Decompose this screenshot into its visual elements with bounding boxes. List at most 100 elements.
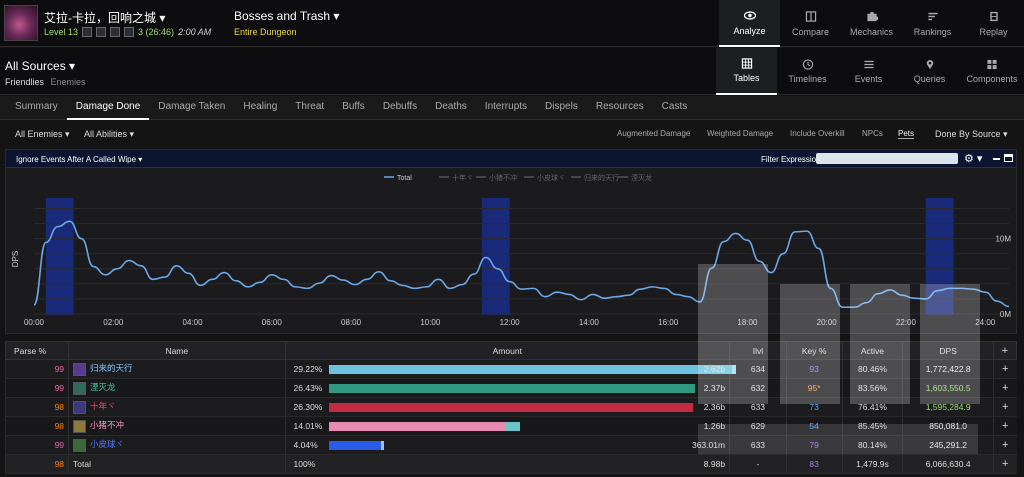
key-cell: 54 (785, 416, 842, 436)
player-name[interactable]: 小猪不冲 (90, 420, 124, 430)
nav-mechanics[interactable]: Mechanics (841, 0, 902, 47)
view-queries[interactable]: Queries (899, 48, 960, 95)
key-level: Level 13 (44, 27, 79, 37)
abilities-dropdown[interactable]: All Abilities ▾ (84, 129, 134, 140)
name-cell[interactable]: 十年ヾ (68, 397, 286, 417)
amount-bar-extra (505, 422, 521, 431)
tab-healing[interactable]: Healing (234, 96, 286, 120)
col-active[interactable]: Active (841, 341, 904, 360)
amount-bar-track (328, 440, 732, 451)
dps-cell: 1,595,284.9 (902, 397, 994, 417)
maximize-icon[interactable] (1004, 154, 1013, 162)
filter-expression-label: Filter Expression: (761, 155, 823, 164)
active-cell: 80.14% (841, 435, 903, 455)
table-row[interactable]: 98 小猪不冲 14.01% 1.26b 629 54 85.45% 850,081.0 + (4, 416, 1017, 436)
tab-debuffs[interactable]: Debuffs (374, 96, 426, 120)
name-cell[interactable]: 归来的天行 (68, 359, 286, 379)
done-by-dropdown[interactable]: Done By Source ▾ (935, 129, 1008, 140)
name-cell[interactable]: 湮灭龙 (68, 378, 286, 398)
dps-line-chart[interactable]: DPS 10M 0M 00:00 02:00 04:00 06:00 08:00 10:00 12… (6, 169, 1016, 333)
player-name[interactable]: 湮灭龙 (90, 382, 116, 392)
fight-subtitle: Entire Dungeon (234, 27, 297, 37)
tab-casts[interactable]: Casts (653, 96, 697, 120)
option-include-overkill[interactable]: Include Overkill (790, 129, 845, 138)
fight-selector[interactable]: Bosses and Trash ▾ (234, 9, 339, 23)
source-selector[interactable]: All Sources ▾ (5, 59, 75, 73)
view-timelines[interactable]: Timelines (777, 48, 838, 95)
filter-expression-input[interactable] (816, 153, 958, 164)
tab-interrupts[interactable]: Interrupts (476, 96, 536, 120)
ilvl-cell: 634 (729, 359, 787, 379)
amount-bar-extra (691, 403, 694, 412)
col-key[interactable]: Key % (785, 341, 843, 360)
table-row[interactable]: 98 十年ヾ 26.30% 2.36b 633 73 76.41% 1,595,284.9 + (4, 397, 1017, 417)
components-icon (987, 59, 997, 70)
amount-bar (328, 365, 732, 374)
option-pets[interactable]: Pets (898, 129, 915, 139)
nav-replay[interactable]: Replay (963, 0, 1024, 47)
total-dps-series (33, 220, 1010, 309)
report-nav: Analyze Compare Mechanics Rankings Repla… (719, 0, 1024, 47)
view-events[interactable]: Events (838, 48, 899, 95)
expand-button[interactable]: + (992, 359, 1017, 379)
expand-button[interactable]: + (992, 435, 1017, 455)
tab-damage-taken[interactable]: Damage Taken (149, 96, 234, 120)
ilvl-cell: 633 (729, 397, 787, 417)
player-name[interactable]: 小皮球ヾ (90, 439, 124, 449)
tab-dispels[interactable]: Dispels (536, 96, 587, 120)
nav-label: Rankings (913, 26, 952, 37)
player-name[interactable]: 十年ヾ (90, 401, 116, 411)
tab-threat[interactable]: Threat (286, 96, 333, 120)
clock-icon (802, 59, 813, 70)
table-row[interactable]: 99 归来的天行 29.22% 2.62b 634 93 80.46% 1,772,422.8… (4, 359, 1017, 379)
add-column-button[interactable]: + (992, 341, 1018, 360)
x-tick-label: 06:00 (262, 318, 283, 327)
tab-damage-done[interactable]: Damage Done (66, 96, 150, 120)
tab-resources[interactable]: Resources (587, 96, 653, 120)
view-label: Timelines (788, 74, 827, 84)
expand-button[interactable]: + (992, 378, 1017, 398)
view-tables[interactable]: Tables (716, 48, 777, 95)
nav-compare[interactable]: Compare (780, 0, 841, 47)
table-header: Parse % Name Amount Ilvl Key % Active DP… (4, 341, 1018, 360)
tab-summary[interactable]: Summary (6, 96, 67, 120)
amount-cell: 29.22% 2.62b (284, 359, 736, 379)
col-amount[interactable]: Amount (284, 341, 731, 360)
expand-button[interactable]: + (992, 397, 1017, 417)
zone-info: Level 13 3 (26:46) 2:00 AM (44, 27, 211, 37)
col-name[interactable]: Name (68, 341, 286, 360)
x-tick-label: 02:00 (103, 318, 124, 327)
col-dps[interactable]: DPS (902, 341, 994, 360)
legend-item: 湮灭龙 (631, 173, 652, 182)
zone-title[interactable]: 艾拉-卡拉，回响之城 ▾ (44, 9, 165, 26)
option-npcs[interactable]: NPCs (862, 129, 883, 138)
tab-deaths[interactable]: Deaths (426, 96, 476, 120)
legend-item: 归来的天行 (584, 173, 619, 182)
friendlies-link[interactable]: Friendlies (5, 77, 44, 87)
enemies-link[interactable]: Enemies (51, 77, 86, 87)
expand-button[interactable]: + (992, 454, 1017, 474)
view-components[interactable]: Components (960, 48, 1024, 95)
nav-analyze[interactable]: Analyze (719, 0, 780, 47)
col-parse[interactable]: Parse % (4, 341, 70, 360)
tab-buffs[interactable]: Buffs (333, 96, 374, 120)
player-name[interactable]: 归来的天行 (90, 363, 133, 373)
col-ilvl[interactable]: Ilvl (729, 341, 787, 360)
table-row[interactable]: 99 湮灭龙 26.43% 2.37b 632 95* 83.56% 1,603,550.5 + (4, 378, 1017, 398)
expand-button[interactable]: + (992, 416, 1017, 436)
minimize-icon[interactable] (993, 158, 1000, 160)
enemies-dropdown[interactable]: All Enemies ▾ (15, 129, 70, 140)
puzzle-icon (866, 11, 878, 21)
view-nav: Tables Timelines Events Queries Componen… (716, 48, 1024, 95)
table-row[interactable]: 99 小皮球ヾ 4.04% 363.01m 633 79 80.14% 245,291.2 + (4, 435, 1017, 455)
name-cell[interactable]: 小皮球ヾ (68, 435, 286, 455)
ignore-wipe-dropdown[interactable]: Ignore Events After A Called Wipe ▾ (16, 155, 142, 164)
gear-icon[interactable]: ⚙ ▾ (964, 152, 982, 165)
rankings-icon (927, 12, 938, 20)
x-tick-label: 14:00 (579, 318, 600, 327)
option-weighted-damage[interactable]: Weighted Damage (707, 129, 773, 138)
amount-bar-extra (693, 384, 696, 393)
name-cell[interactable]: 小猪不冲 (68, 416, 286, 436)
option-augmented-damage[interactable]: Augmented Damage (617, 129, 690, 138)
nav-rankings[interactable]: Rankings (902, 0, 963, 47)
